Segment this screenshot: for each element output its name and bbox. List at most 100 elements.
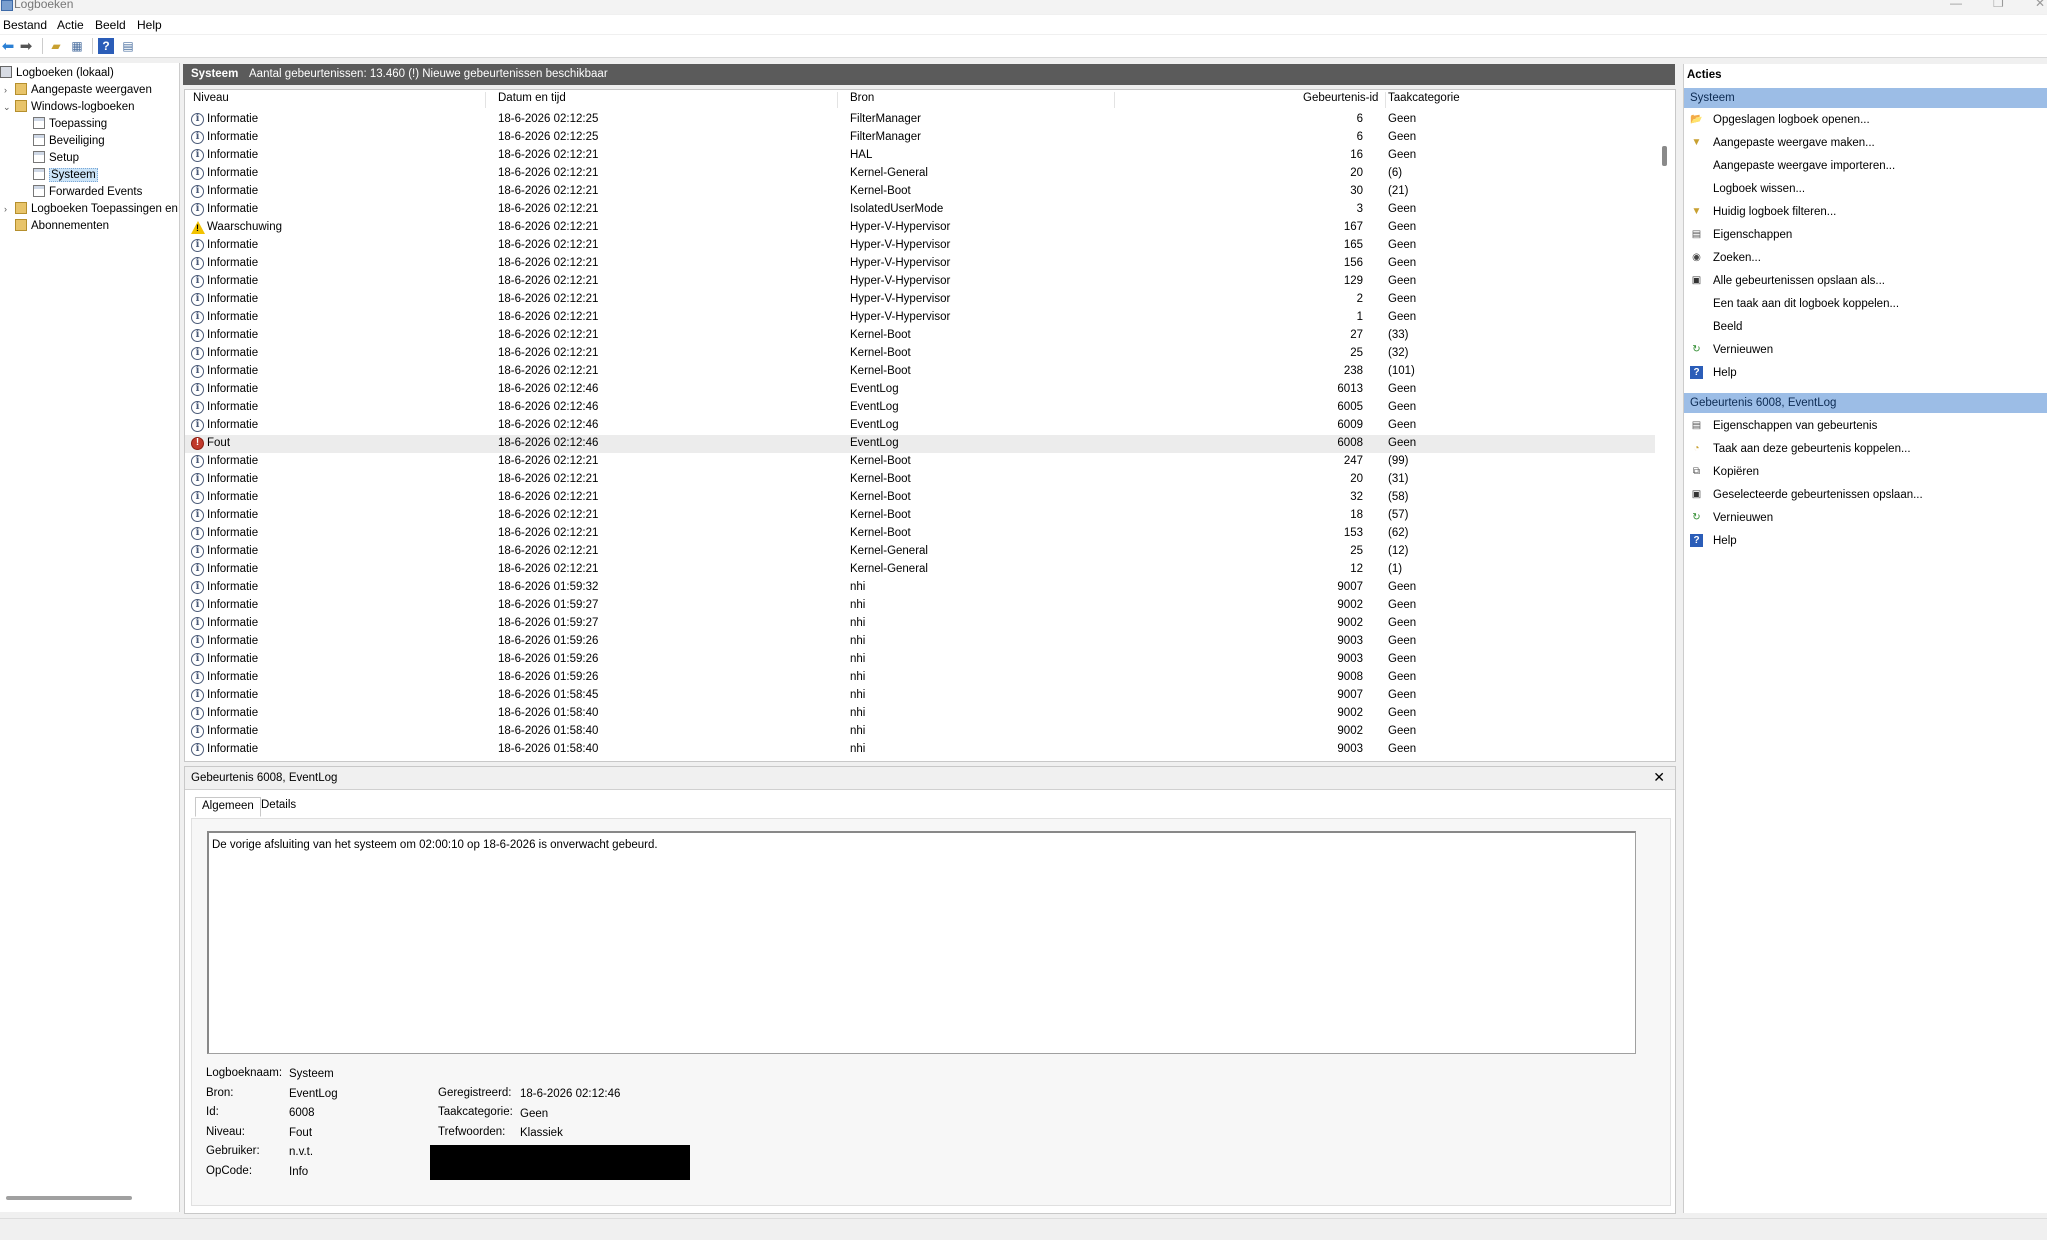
action-item[interactable]: 📂 Opgeslagen logboek openen...	[1684, 109, 2047, 131]
table-row[interactable]: Informatie 18-6-2026 02:12:25 FilterManage…	[185, 111, 1655, 129]
table-row[interactable]: Informatie 18-6-2026 02:12:21 Kernel-Boot 2…	[185, 453, 1655, 471]
action-item[interactable]: Beeld	[1684, 316, 2047, 338]
table-row[interactable]: Informatie 18-6-2026 02:12:21 Kernel-Boot 1…	[185, 507, 1655, 525]
table-row[interactable]: Informatie 18-6-2026 01:59:32 nhi 9007 Geen	[185, 579, 1655, 597]
expand-icon[interactable]: ›	[4, 85, 7, 95]
cell-id: 16	[1350, 149, 1363, 161]
table-row[interactable]: Informatie 18-6-2026 02:12:21 Kernel-Boot 2…	[185, 345, 1655, 363]
cell-date: 18-6-2026 02:12:25	[498, 131, 599, 143]
table-row[interactable]: Informatie 18-6-2026 01:59:27 nhi 9002 Geen	[185, 597, 1655, 615]
table-row[interactable]: Informatie 18-6-2026 02:12:46 EventLog 6005…	[185, 399, 1655, 417]
action-item[interactable]: ▤ Eigenschappen	[1684, 224, 2047, 246]
up-folder-icon[interactable]: ▰	[48, 38, 64, 54]
table-row[interactable]: Informatie 18-6-2026 02:12:21 IsolatedUser…	[185, 201, 1655, 219]
menu-actie[interactable]: Actie	[57, 18, 84, 32]
table-row[interactable]: Informatie 18-6-2026 01:59:26 nhi 9003 Geen	[185, 633, 1655, 651]
tab-details[interactable]: Details	[255, 797, 302, 815]
minimize-icon[interactable]: —	[1950, 0, 1962, 10]
tree-app-logs[interactable]: Logboeken Toepassingen en	[15, 201, 178, 217]
show-hide-actions-icon[interactable]: ▤	[120, 38, 136, 54]
action-item[interactable]: ◔ Taak aan deze gebeurtenis koppelen...	[1684, 438, 2047, 460]
table-row[interactable]: Informatie 18-6-2026 02:12:21 Kernel-Boot 2…	[185, 471, 1655, 489]
tree-custom-views[interactable]: Aangepaste weergaven	[15, 82, 152, 98]
close-icon[interactable]: ✕	[1653, 769, 1665, 786]
tree-windows-logs[interactable]: Windows-logboeken	[15, 99, 135, 115]
tree-log-forwarded[interactable]: Forwarded Events	[33, 184, 142, 200]
actions-section-log[interactable]: Systeem	[1684, 88, 2047, 108]
table-row[interactable]: Informatie 18-6-2026 02:12:21 Kernel-Boot 2…	[185, 327, 1655, 345]
event-list-scrollbar[interactable]	[1662, 146, 1667, 166]
info-icon	[191, 455, 204, 468]
cell-source: nhi	[850, 707, 866, 719]
table-row[interactable]: Informatie 18-6-2026 02:12:21 Hyper-V-Hype…	[185, 237, 1655, 255]
close-window-icon[interactable]: ✕	[2035, 0, 2045, 10]
table-row[interactable]: Informatie 18-6-2026 02:12:21 Kernel-Gener…	[185, 561, 1655, 579]
table-row[interactable]: Informatie 18-6-2026 01:58:40 nhi 9003 Geen	[185, 741, 1655, 759]
table-row[interactable]: Fout 18-6-2026 02:12:46 EventLog 6008 Geen	[185, 435, 1655, 453]
tree-root[interactable]: Logboeken (lokaal)	[0, 65, 114, 81]
table-row[interactable]: Informatie 18-6-2026 01:58:40 nhi 9002 Geen	[185, 723, 1655, 741]
table-row[interactable]: Informatie 18-6-2026 02:12:21 Kernel-Gener…	[185, 543, 1655, 561]
tree-log-beveiliging[interactable]: Beveiliging	[33, 133, 105, 149]
navigation-tree: Logboeken (lokaal) › Aangepaste weergave…	[0, 63, 180, 1212]
action-item[interactable]: ↻ Vernieuwen	[1684, 507, 2047, 529]
back-icon[interactable]: ⬅	[0, 38, 16, 55]
action-item[interactable]: ↻ Vernieuwen	[1684, 339, 2047, 361]
action-item[interactable]: ▼ Huidig logboek filteren...	[1684, 201, 2047, 223]
menu-help[interactable]: Help	[137, 18, 162, 32]
action-item[interactable]: ? Help	[1684, 362, 2047, 384]
action-item[interactable]: Aangepaste weergave importeren...	[1684, 155, 2047, 177]
event-count: Aantal gebeurtenissen: 13.460 (!) Nieuwe…	[249, 68, 608, 80]
tree-subscriptions[interactable]: Abonnementen	[15, 218, 109, 234]
column-header-event-id[interactable]: Gebeurtenis-id	[1303, 92, 1378, 108]
tree-horizontal-scrollbar[interactable]	[6, 1196, 132, 1200]
column-header-task-category[interactable]: Taakcategorie	[1388, 92, 1460, 108]
table-row[interactable]: Informatie 18-6-2026 01:59:27 nhi 9002 Geen	[185, 615, 1655, 633]
event-description[interactable]: De vorige afsluiting van het systeem om …	[207, 831, 1636, 1054]
help-icon[interactable]: ?	[98, 38, 114, 54]
action-item[interactable]: Logboek wissen...	[1684, 178, 2047, 200]
action-item[interactable]: ▤ Eigenschappen van gebeurtenis	[1684, 415, 2047, 437]
table-row[interactable]: Informatie 18-6-2026 02:12:21 Hyper-V-Hype…	[185, 273, 1655, 291]
table-row[interactable]: Informatie 18-6-2026 02:12:21 Kernel-Boot 1…	[185, 525, 1655, 543]
column-header-level[interactable]: Niveau	[193, 92, 229, 108]
action-item[interactable]: ▣ Alle gebeurtenissen opslaan als...	[1684, 270, 2047, 292]
table-row[interactable]: Waarschuwing 18-6-2026 02:12:21 Hyper-V-Hy…	[185, 219, 1655, 237]
menu-beeld[interactable]: Beeld	[95, 18, 126, 32]
table-row[interactable]: Informatie 18-6-2026 02:12:21 Kernel-Boot 3…	[185, 183, 1655, 201]
column-header-source[interactable]: Bron	[850, 92, 874, 108]
table-row[interactable]: Informatie 18-6-2026 01:59:26 nhi 9003 Geen	[185, 651, 1655, 669]
actions-section-event[interactable]: Gebeurtenis 6008, EventLog	[1684, 393, 2047, 413]
tree-log-systeem[interactable]: Systeem	[33, 167, 98, 183]
action-item[interactable]: ▣ Geselecteerde gebeurtenissen opslaan...	[1684, 484, 2047, 506]
action-item[interactable]: ▼ Aangepaste weergave maken...	[1684, 132, 2047, 154]
tree-log-toepassing[interactable]: Toepassing	[33, 116, 107, 132]
table-row[interactable]: Informatie 18-6-2026 02:12:21 HAL 16 Geen	[185, 147, 1655, 165]
show-hide-tree-icon[interactable]: ▦	[69, 38, 85, 54]
table-row[interactable]: Informatie 18-6-2026 02:12:21 Kernel-Boot 2…	[185, 363, 1655, 381]
table-row[interactable]: Informatie 18-6-2026 02:12:21 Hyper-V-Hype…	[185, 291, 1655, 309]
column-header-date[interactable]: Datum en tijd	[498, 92, 566, 108]
table-row[interactable]: Informatie 18-6-2026 01:59:26 nhi 9008 Geen	[185, 669, 1655, 687]
table-row[interactable]: Informatie 18-6-2026 02:12:25 FilterManage…	[185, 129, 1655, 147]
table-row[interactable]: Informatie 18-6-2026 02:12:21 Kernel-Boot 3…	[185, 489, 1655, 507]
table-row[interactable]: Informatie 18-6-2026 02:12:21 Hyper-V-Hype…	[185, 309, 1655, 327]
menu-bestand[interactable]: Bestand	[3, 18, 47, 32]
table-row[interactable]: Informatie 18-6-2026 02:12:21 Kernel-Gener…	[185, 165, 1655, 183]
table-row[interactable]: Informatie 18-6-2026 01:58:45 nhi 9007 Geen	[185, 687, 1655, 705]
tab-algemeen[interactable]: Algemeen	[195, 797, 261, 817]
action-item[interactable]: ⧉ Kopiëren	[1684, 461, 2047, 483]
action-item[interactable]: ◉ Zoeken...	[1684, 247, 2047, 269]
table-row[interactable]: Informatie 18-6-2026 02:12:46 EventLog 6013…	[185, 381, 1655, 399]
action-item[interactable]: Een taak aan dit logboek koppelen...	[1684, 293, 2047, 315]
forward-icon[interactable]: ➡	[18, 38, 34, 55]
expand-icon[interactable]: ›	[4, 204, 7, 214]
table-row[interactable]: Informatie 18-6-2026 02:12:46 EventLog 6009…	[185, 417, 1655, 435]
table-row[interactable]: Informatie 18-6-2026 01:58:40 nhi 9002 Geen	[185, 705, 1655, 723]
refresh-icon: ↻	[1692, 512, 1701, 523]
maximize-icon[interactable]: ❐	[1993, 0, 2004, 10]
tree-log-setup[interactable]: Setup	[33, 150, 79, 166]
table-row[interactable]: Informatie 18-6-2026 02:12:21 Hyper-V-Hype…	[185, 255, 1655, 273]
action-item[interactable]: ? Help	[1684, 530, 2047, 552]
collapse-icon[interactable]: ⌄	[3, 102, 11, 113]
